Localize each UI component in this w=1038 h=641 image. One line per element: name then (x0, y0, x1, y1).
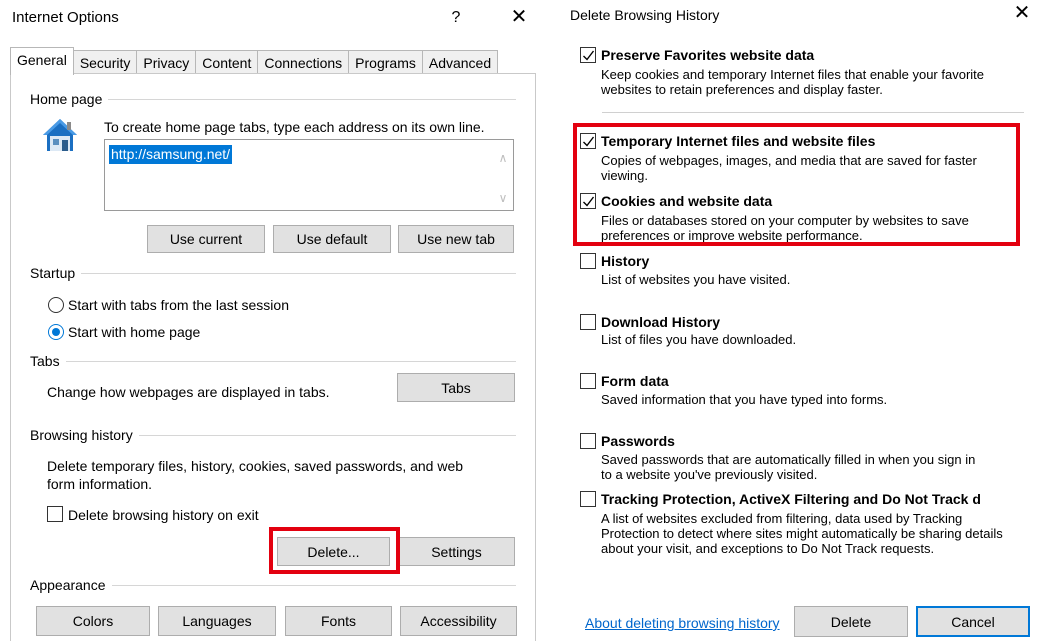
tabs-group-line (36, 361, 516, 362)
tracking-protection-desc-2: Protection to detect where sites might a… (601, 526, 1003, 541)
tracking-protection-checkbox[interactable] (580, 491, 596, 507)
preserve-favorites-checkbox[interactable] (580, 47, 596, 63)
delete-browsing-history-dialog: Delete Browsing History ✕ Preserve Favor… (556, 0, 1038, 641)
history-desc-1: List of websites you have visited. (601, 272, 791, 287)
delete-button-highlight (269, 527, 400, 574)
delete-on-exit-checkbox[interactable] (47, 506, 63, 522)
dialog-title: Delete Browsing History (570, 7, 720, 23)
tab-strip: General Security Privacy Content Connect… (10, 47, 499, 75)
browsing-history-description-1: Delete temporary files, history, cookies… (47, 458, 464, 474)
use-current-button[interactable]: Use current (147, 225, 265, 253)
dialog-close-icon[interactable]: ✕ (1010, 2, 1034, 26)
checkmark-icon (583, 50, 595, 61)
form-data-label[interactable]: Form data (601, 373, 669, 390)
window-title: Internet Options (12, 9, 119, 26)
home-page-house-icon (43, 119, 77, 151)
scroll-up-arrow-icon[interactable]: ∧ (497, 152, 509, 164)
help-button[interactable]: ? (444, 6, 468, 30)
startup-home-page-label[interactable]: Start with home page (68, 323, 200, 341)
appearance-group-label: Appearance (30, 577, 112, 593)
passwords-desc-1: Saved passwords that are automatically f… (601, 452, 976, 467)
about-deleting-history-link[interactable]: About deleting browsing history (585, 615, 780, 631)
delete-on-exit-label[interactable]: Delete browsing history on exit (68, 506, 259, 524)
form-data-checkbox[interactable] (580, 373, 596, 389)
home-page-url-textarea[interactable]: http://samsung.net/ ∧ ∨ (104, 139, 514, 211)
fonts-button[interactable]: Fonts (285, 606, 392, 636)
startup-group-line (36, 273, 516, 274)
dialog-delete-button[interactable]: Delete (794, 606, 908, 637)
passwords-checkbox[interactable] (580, 433, 596, 449)
tracking-protection-desc-3: about your visit, and exceptions to Do N… (601, 541, 935, 556)
dialog-separator (602, 112, 1024, 113)
scroll-down-arrow-icon[interactable]: ∨ (497, 192, 509, 204)
browsing-history-description-2: form information. (47, 476, 153, 492)
accessibility-button[interactable]: Accessibility (400, 606, 517, 636)
internet-options-window: Internet Options ? ✕ General Security Pr… (0, 0, 546, 641)
startup-home-page-radio[interactable] (48, 324, 64, 340)
title-bar: Internet Options ? ✕ (0, 0, 546, 36)
use-default-button[interactable]: Use default (273, 225, 391, 253)
home-page-url-value: http://samsung.net/ (109, 145, 233, 164)
preserve-favorites-label[interactable]: Preserve Favorites website data (601, 47, 814, 64)
history-label[interactable]: History (601, 253, 649, 270)
browsing-history-settings-button[interactable]: Settings (398, 537, 515, 566)
close-icon[interactable]: ✕ (507, 6, 531, 30)
use-new-tab-button[interactable]: Use new tab (398, 225, 514, 253)
tracking-protection-label[interactable]: Tracking Protection, ActiveX Filtering a… (601, 491, 981, 508)
startup-group-label: Startup (30, 265, 82, 281)
passwords-label[interactable]: Passwords (601, 433, 675, 450)
browsing-history-group-label: Browsing history (30, 427, 139, 443)
home-page-group-label: Home page (30, 91, 109, 107)
form-data-desc-1: Saved information that you have typed in… (601, 392, 888, 407)
tab-programs[interactable]: Programs (349, 50, 423, 75)
tabs-group-label: Tabs (30, 353, 66, 369)
colors-button[interactable]: Colors (36, 606, 150, 636)
download-history-checkbox[interactable] (580, 314, 596, 330)
tab-privacy[interactable]: Privacy (137, 50, 197, 75)
download-history-desc-1: List of files you have downloaded. (601, 332, 797, 347)
startup-last-session-radio[interactable] (48, 297, 64, 313)
startup-last-session-label[interactable]: Start with tabs from the last session (68, 296, 289, 314)
tab-connections[interactable]: Connections (258, 50, 350, 75)
preserve-favorites-desc-2: websites to retain preferences and displ… (601, 82, 883, 97)
download-history-label[interactable]: Download History (601, 314, 720, 331)
history-checkbox[interactable] (580, 253, 596, 269)
preserve-favorites-desc-1: Keep cookies and temporary Internet file… (601, 67, 984, 82)
tab-general[interactable]: General (10, 47, 74, 75)
dialog-cancel-button[interactable]: Cancel (916, 606, 1030, 637)
selected-options-highlight (573, 123, 1020, 246)
tabs-description: Change how webpages are displayed in tab… (47, 384, 330, 400)
languages-button[interactable]: Languages (158, 606, 276, 636)
tab-security[interactable]: Security (73, 50, 138, 75)
url-scrollbar[interactable]: ∧ ∨ (493, 140, 513, 210)
tab-advanced[interactable]: Advanced (422, 50, 499, 75)
tracking-protection-desc-1: A list of websites excluded from filteri… (601, 511, 963, 526)
home-page-instruction: To create home page tabs, type each addr… (104, 119, 485, 135)
passwords-desc-2: to a website you've previously visited. (601, 467, 818, 482)
tabs-settings-button[interactable]: Tabs (397, 373, 515, 402)
tab-content[interactable]: Content (196, 50, 259, 75)
